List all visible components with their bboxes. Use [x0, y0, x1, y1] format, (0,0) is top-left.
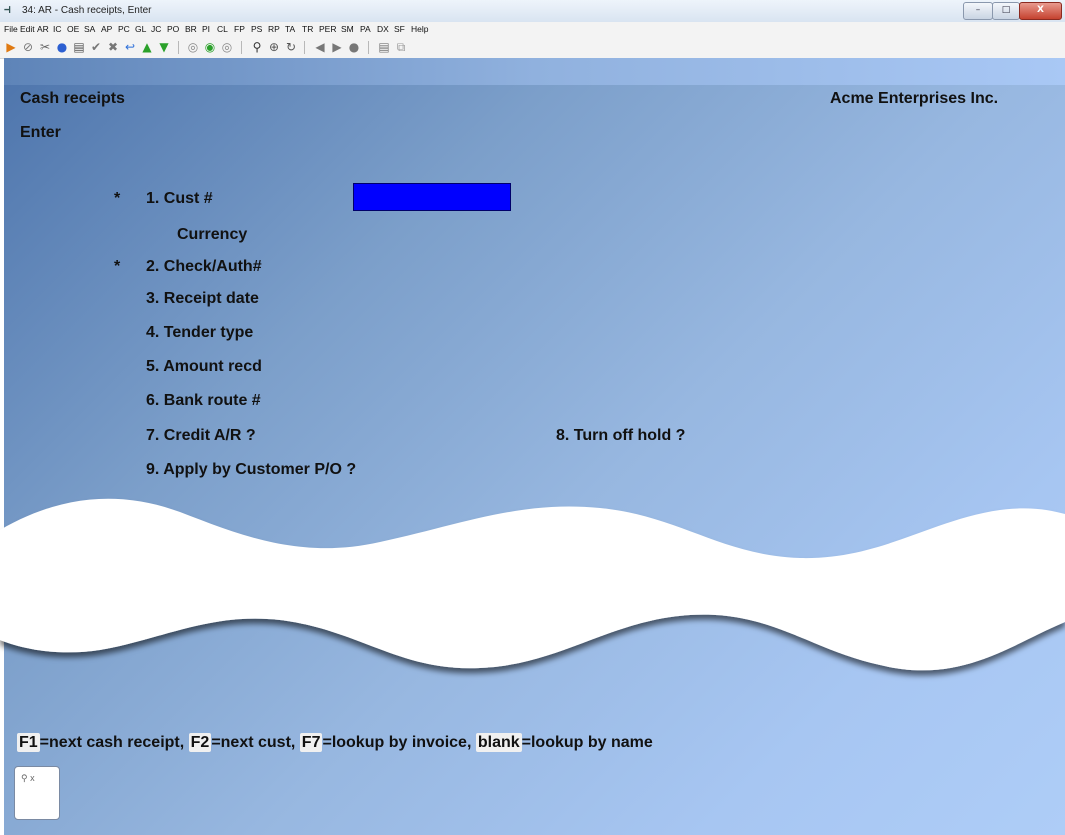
menu-ar[interactable]: AR — [37, 24, 49, 34]
f1-key[interactable]: F1 — [17, 733, 40, 752]
window-title: 34: AR - Cash receipts, Enter — [22, 5, 152, 16]
menu-fp[interactable]: FP — [234, 24, 245, 34]
menu-ta[interactable]: TA — [285, 24, 295, 34]
f7-key[interactable]: F7 — [299, 733, 323, 752]
tender-type-label: 4. Tender type — [146, 324, 254, 341]
menu-pc[interactable]: PC — [118, 24, 130, 34]
stop-icon[interactable]: ⊘ — [21, 40, 35, 54]
credit-ar-label: 7. Credit A/R ? — [146, 427, 256, 444]
menu-gl[interactable]: GL — [135, 24, 146, 34]
next-icon[interactable]: ▶ — [330, 40, 344, 54]
copy-icon[interactable]: ⧉ — [394, 40, 408, 54]
company-name: Acme Enterprises Inc. — [830, 90, 999, 107]
screen-title: Cash receipts — [20, 90, 125, 107]
cust-label: 1. Cust # — [146, 190, 213, 207]
notes-icon[interactable]: ▤ — [377, 40, 391, 54]
screen-mode: Enter — [20, 124, 61, 141]
search-icon[interactable]: ⚲ x — [21, 773, 35, 784]
prev-icon[interactable]: ◀ — [313, 40, 327, 54]
amount-recd-label: 5. Amount recd — [146, 358, 262, 375]
close-icon[interactable]: x — [30, 773, 35, 783]
title-bar: ⊣ 34: AR - Cash receipts, Enter – □ X — [0, 0, 1065, 23]
menu-per[interactable]: PER — [319, 24, 336, 34]
toolbar: ▶ ⊘ ✂ ● ▤ ✔ ✖ ↩ ▲ ▼ ◎ ◉ ◎ ⚲ ⊕ ↻ ◀ ▶ ● ▤ … — [0, 37, 1065, 59]
function-key-hints: F1 =next cash receipt, F2 =next cust, F7 =l… — [17, 733, 653, 752]
search-panel[interactable]: ⚲ x — [14, 766, 60, 820]
menu-rp[interactable]: RP — [268, 24, 280, 34]
toolbar-separator — [178, 41, 179, 54]
go-icon[interactable]: ▶ — [4, 40, 18, 54]
record-icon[interactable]: ◎ — [186, 40, 200, 54]
cust-input[interactable] — [353, 183, 511, 211]
close-button[interactable]: X — [1019, 2, 1062, 20]
menu-po[interactable]: PO — [167, 24, 179, 34]
f7-hint: =lookup by invoice, — [322, 734, 472, 751]
bank-route-label: 6. Bank route # — [146, 392, 261, 409]
up-arrow-icon[interactable]: ▲ — [140, 40, 154, 54]
receipt-date-label: 3. Receipt date — [146, 290, 259, 307]
menu-jc[interactable]: JC — [151, 24, 161, 34]
menu-file[interactable]: File — [4, 24, 18, 34]
page-cut-wave — [0, 498, 1065, 671]
menu-ic[interactable]: IC — [53, 24, 62, 34]
menu-ap[interactable]: AP — [101, 24, 112, 34]
menu-br[interactable]: BR — [185, 24, 197, 34]
toolbar-separator — [241, 41, 242, 54]
menu-tr[interactable]: TR — [302, 24, 313, 34]
required-marker: * — [114, 258, 121, 275]
apply-by-po-label: 9. Apply by Customer P/O ? — [146, 461, 357, 478]
menu-sa[interactable]: SA — [84, 24, 95, 34]
maximize-button[interactable]: □ — [992, 2, 1020, 20]
cancel-icon[interactable]: ✖ — [106, 40, 120, 54]
refresh-icon[interactable]: ↻ — [284, 40, 298, 54]
f1-hint: =next cash receipt, — [39, 734, 185, 751]
undo-icon[interactable]: ↩ — [123, 40, 137, 54]
currency-label: Currency — [177, 226, 248, 243]
menu-edit[interactable]: Edit — [20, 24, 35, 34]
menu-dx[interactable]: DX — [377, 24, 389, 34]
menu-pa[interactable]: PA — [360, 24, 371, 34]
blank-key[interactable]: blank — [475, 733, 522, 752]
zoom-icon[interactable]: ⊕ — [267, 40, 281, 54]
menu-pi[interactable]: PI — [202, 24, 210, 34]
blank-hint: =lookup by name — [521, 734, 653, 751]
user-icon[interactable]: ● — [347, 40, 361, 54]
menu-sf[interactable]: SF — [394, 24, 405, 34]
minimize-button[interactable]: – — [963, 2, 993, 20]
f2-hint: =next cust, — [211, 734, 296, 751]
tools-icon[interactable]: ✂ — [38, 40, 52, 54]
menu-sm[interactable]: SM — [341, 24, 354, 34]
record-stop-icon[interactable]: ◎ — [220, 40, 234, 54]
check-auth-label: 2. Check/Auth# — [146, 258, 262, 275]
menu-bar: File Edit AR IC OE SA AP PC GL JC PO BR … — [0, 22, 1065, 37]
required-marker: * — [114, 190, 121, 207]
app-window: ⊣ 34: AR - Cash receipts, Enter – □ X Fi… — [0, 0, 1065, 835]
menu-ps[interactable]: PS — [251, 24, 262, 34]
turn-off-hold-label: 8. Turn off hold ? — [556, 427, 686, 444]
menu-cl[interactable]: CL — [217, 24, 228, 34]
print-icon[interactable]: ▤ — [72, 40, 86, 54]
find-icon[interactable]: ⚲ — [250, 40, 264, 54]
globe-icon[interactable]: ● — [55, 40, 69, 54]
down-arrow-icon[interactable]: ▼ — [157, 40, 171, 54]
app-icon: ⊣ — [4, 3, 11, 16]
f2-key[interactable]: F2 — [188, 733, 212, 752]
header-band — [4, 58, 1065, 85]
menu-help[interactable]: Help — [411, 24, 428, 34]
menu-oe[interactable]: OE — [67, 24, 79, 34]
toolbar-separator — [304, 41, 305, 54]
check-icon[interactable]: ✔ — [89, 40, 103, 54]
toolbar-separator — [368, 41, 369, 54]
play-icon[interactable]: ◉ — [203, 40, 217, 54]
